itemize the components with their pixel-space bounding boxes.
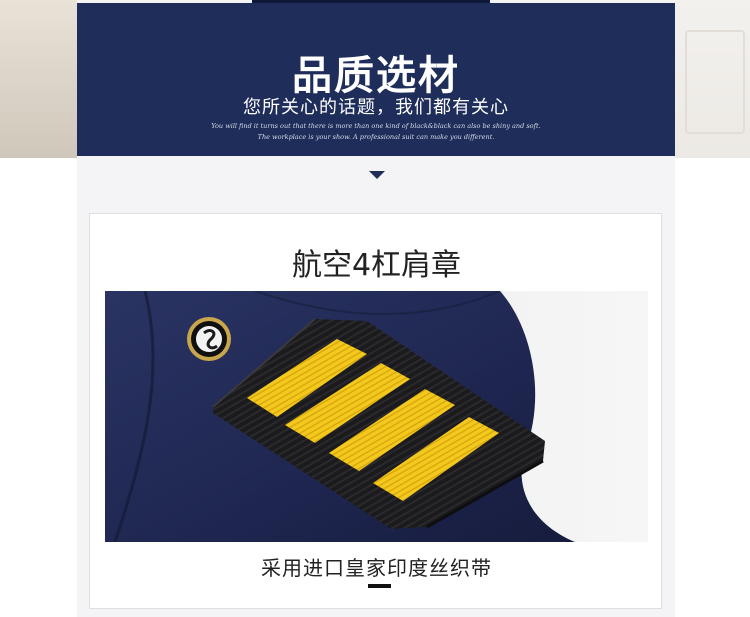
background-photo-left <box>0 0 78 158</box>
feature-card: 航空4杠肩章 采用进口皇家印度丝织带 <box>89 213 662 609</box>
feature-caption: 采用进口皇家印度丝织带 <box>261 556 492 580</box>
tagline-line-1: You will find it turns out that there is… <box>211 122 541 130</box>
caption-underline <box>368 584 391 588</box>
epaulette-photo <box>105 291 648 542</box>
down-arrow-icon <box>369 171 385 179</box>
section-banner: 品质选材 您所关心的话题，我们都有关心 You will find it tur… <box>77 3 675 156</box>
feature-title: 航空4杠肩章 <box>291 248 462 283</box>
section-subtitle: 您所关心的话题，我们都有关心 <box>243 97 509 118</box>
tagline-line-2: The workplace is your show. A profession… <box>257 133 495 141</box>
background-photo-right <box>675 0 750 158</box>
